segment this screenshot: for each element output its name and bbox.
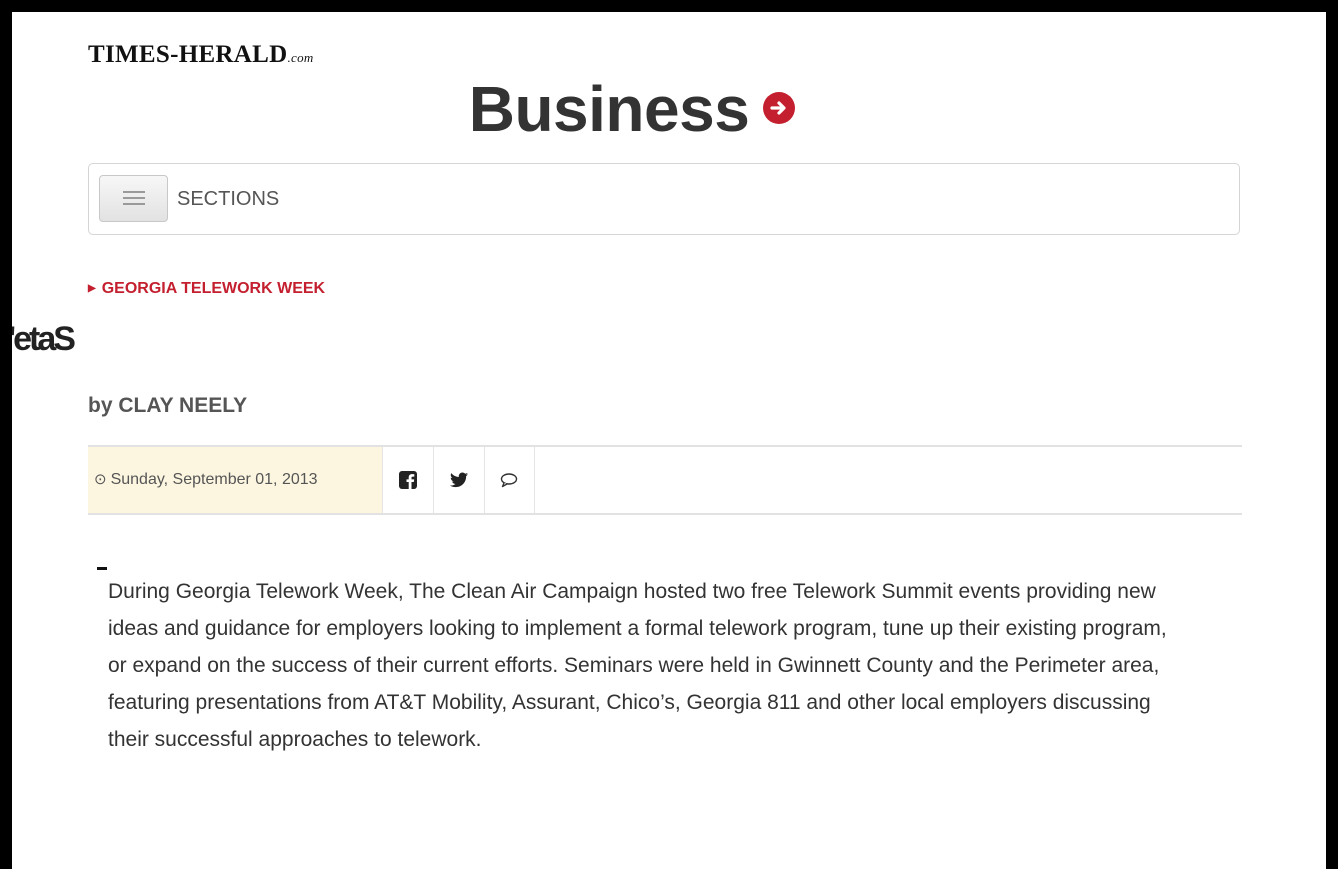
- comment-button[interactable]: [484, 447, 535, 513]
- section-title-text: Business: [468, 73, 750, 145]
- article-byline: by CLAY NEELY: [88, 394, 248, 417]
- site-logo[interactable]: TIMES-HERALD.com: [88, 41, 314, 69]
- arrow-right-circle-icon[interactable]: [763, 92, 796, 125]
- twitter-share-button[interactable]: [434, 447, 485, 513]
- site-logo-text: TIMES-HERALD: [88, 41, 288, 68]
- site-logo-suffix: .com: [287, 50, 314, 65]
- text-marker: [97, 567, 107, 570]
- article-headline: 'etaS: [12, 320, 76, 358]
- article-date: Sunday, September 01, 2013: [110, 471, 318, 488]
- sections-label[interactable]: SECTIONS: [177, 188, 279, 211]
- facebook-icon: [399, 471, 417, 489]
- clock-icon: ⊙: [94, 471, 107, 488]
- sections-navbar: SECTIONS: [88, 163, 1240, 235]
- section-title[interactable]: Business: [12, 72, 1252, 146]
- facebook-share-button[interactable]: [383, 447, 434, 513]
- article-kicker[interactable]: ▶ GEORGIA TELEWORK WEEK: [88, 280, 325, 298]
- comment-icon: [500, 473, 518, 488]
- caret-right-icon: ▶: [88, 283, 96, 294]
- menu-toggle-button[interactable]: [99, 175, 168, 222]
- page: TIMES-HERALD.com Business SECTIONS ▶ GEOR…: [12, 12, 1326, 869]
- twitter-icon: [450, 472, 468, 488]
- date-box: ⊙ Sunday, September 01, 2013: [88, 447, 383, 513]
- article-body: During Georgia Telework Week, The Clean …: [108, 580, 1167, 751]
- kicker-text: GEORGIA TELEWORK WEEK: [101, 280, 326, 297]
- article-meta-bar: ⊙ Sunday, September 01, 2013: [88, 445, 1242, 515]
